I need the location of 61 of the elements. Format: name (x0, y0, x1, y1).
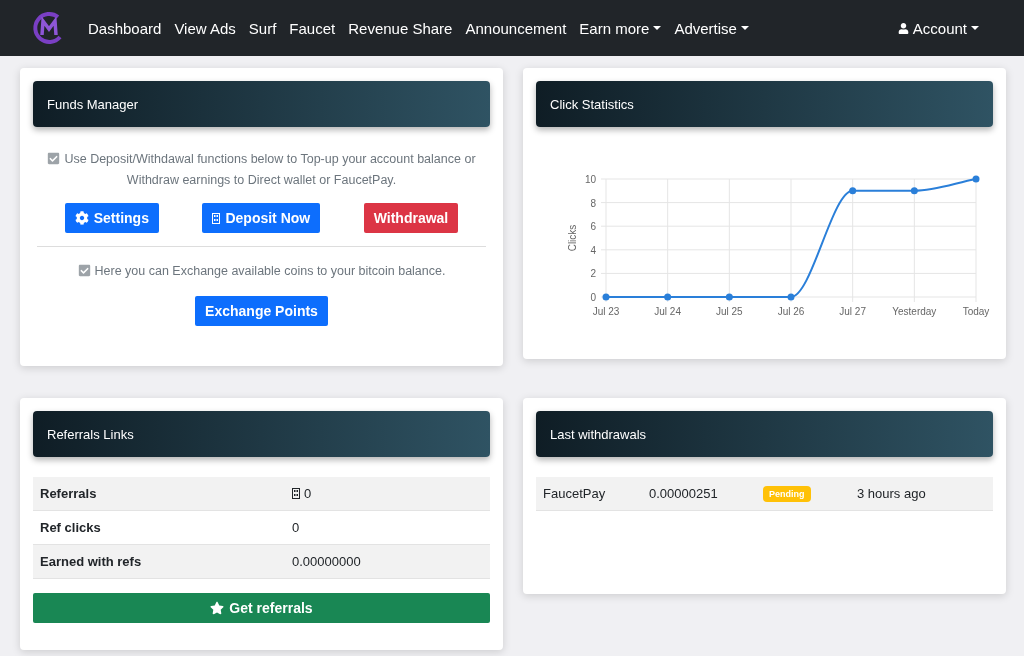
nav-link[interactable]: View Ads (174, 19, 236, 37)
row-label: Referrals (40, 486, 98, 501)
nav-link[interactable]: Revenue Share (348, 19, 453, 37)
nav-link[interactable]: Surf (248, 19, 277, 37)
axis-tick-label: 0 (590, 292, 596, 303)
caret-icon (653, 26, 662, 30)
nav-link[interactable]: Advertise (674, 19, 749, 37)
card-header: Last withdrawals (536, 411, 993, 457)
data-point (602, 293, 610, 301)
nav-link[interactable]: Faucet (289, 19, 336, 37)
axis-tick-label: Today (962, 306, 990, 317)
withdrawal-button[interactable]: Withdrawal (363, 203, 459, 233)
data-point (849, 187, 857, 195)
axis-tick-label: Jul 23 (592, 306, 620, 317)
settings-icon (74, 211, 89, 225)
axis-tick-label: Jul 24 (654, 306, 681, 317)
get-referrals-button[interactable]: Get referrals (33, 593, 490, 623)
nav-link[interactable]: Announcement (465, 19, 567, 37)
axis-tick-label: 8 (590, 197, 596, 209)
data-point (725, 293, 733, 301)
axis-tick-label: 2 (590, 268, 596, 280)
axis-tick-label: Jul 25 (716, 306, 743, 317)
axis-tick-label: 6 (590, 221, 596, 233)
row-value: 0 (292, 520, 301, 535)
grid-icon (292, 488, 300, 499)
axis-tick-label: Yesterday (892, 306, 937, 317)
notice-text: Use Deposit/Withdawal functions below to Top-up your account balance or Withdraw earnings to Direct wallet or FaucetPay. (33, 149, 490, 191)
exchange-button[interactable]: Exchange Points (195, 296, 328, 326)
row-label: Ref clicks (40, 520, 102, 535)
grid-icon (212, 212, 221, 224)
checkbox[interactable] (47, 152, 61, 165)
status-badge: Pending (763, 485, 811, 502)
caret-icon (740, 26, 749, 30)
card-header: Funds Manager (33, 81, 490, 127)
account-menu[interactable]: Account (897, 19, 979, 37)
row-label: Earned with refs (40, 554, 143, 569)
table-cell-text: FaucetPay (543, 486, 607, 501)
card-header: Click Statistics (536, 81, 993, 127)
nav-link[interactable]: Earn more (579, 19, 662, 37)
axis-tick-label: 4 (590, 244, 596, 256)
deposit-button[interactable]: Deposit Now (202, 203, 321, 233)
star-icon (210, 601, 225, 615)
card-header: Referrals Links (33, 411, 490, 457)
nav-link[interactable]: Dashboard (88, 19, 162, 37)
data-point (787, 293, 795, 301)
axis-tick-label: Jul 26 (777, 306, 805, 317)
data-point (910, 187, 918, 195)
axis-tick-label: Jul 27 (839, 306, 866, 317)
axis-tick-label: 10 (584, 174, 596, 185)
axis-label: Clicks (567, 224, 578, 252)
notice-text: Here you can Exchange available coins to your bitcoin balance. (33, 261, 490, 282)
table-cell-text: 3 hours ago (857, 486, 927, 501)
settings-button[interactable]: Settings (64, 203, 159, 233)
data-point (664, 293, 672, 301)
user-icon (897, 22, 909, 34)
checkbox[interactable] (77, 264, 91, 277)
row-value: 0.00000000 (292, 554, 362, 569)
table-cell-text: 0.00000251 (649, 486, 719, 501)
caret-icon (971, 26, 979, 30)
data-point (972, 175, 980, 183)
row-value: 0 (292, 486, 483, 501)
